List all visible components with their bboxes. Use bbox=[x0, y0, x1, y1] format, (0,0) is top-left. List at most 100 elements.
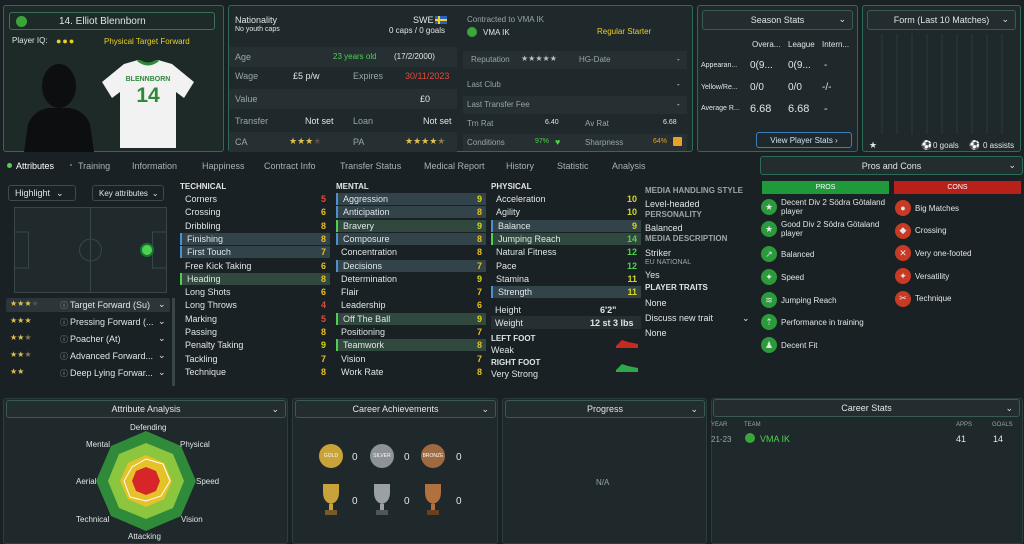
attribute-row[interactable]: Anticipation 8 bbox=[336, 206, 486, 219]
club-badge-icon bbox=[467, 27, 477, 37]
chevron-down-icon: ⌄ bbox=[56, 187, 64, 198]
chevron-down-icon[interactable]: ⌄ bbox=[158, 350, 166, 361]
club-badge-icon bbox=[16, 15, 27, 27]
attribute-row[interactable]: Crossing 6 bbox=[180, 206, 330, 218]
career-achievements-header[interactable]: Career Achievements ⌄ bbox=[295, 400, 496, 418]
attribute-row[interactable]: Tackling 7 bbox=[180, 353, 330, 365]
player-iq-label: Player IQ: bbox=[12, 36, 48, 45]
tab-training[interactable]: Training bbox=[78, 161, 110, 171]
chevron-down-icon[interactable]: ⌄ bbox=[158, 299, 166, 310]
info-icon: ⓘ bbox=[60, 352, 68, 361]
attribute-row[interactable]: Balance 9 bbox=[491, 219, 641, 232]
attribute-row[interactable]: Free Kick Taking 6 bbox=[180, 260, 330, 272]
roles-scrollbar[interactable] bbox=[172, 298, 175, 386]
tab-medical-report[interactable]: Medical Report bbox=[424, 161, 485, 171]
attribute-row[interactable]: Strength 11 bbox=[491, 286, 641, 299]
attribute-row[interactable]: Acceleration 10 bbox=[491, 193, 641, 205]
role-label[interactable]: Deep Lying Forwar... bbox=[70, 368, 153, 378]
attribute-row[interactable]: Passing 8 bbox=[180, 326, 330, 338]
career-apps: 41 bbox=[956, 434, 967, 444]
discuss-trait-button[interactable]: Discuss new trait bbox=[645, 313, 713, 323]
attribute-row[interactable]: Marking 5 bbox=[180, 313, 330, 325]
tab-attributes[interactable]: Attributes bbox=[16, 161, 54, 171]
attribute-value: 8 bbox=[320, 233, 326, 244]
attribute-row[interactable]: Corners 5 bbox=[180, 193, 330, 205]
attribute-analysis-header[interactable]: Attribute Analysis ⌄ bbox=[6, 400, 286, 418]
attribute-row[interactable]: Heading 8 bbox=[180, 272, 330, 285]
attribute-label: Heading bbox=[187, 273, 221, 284]
attribute-label: Strength bbox=[498, 287, 533, 298]
chevron-down-icon[interactable]: ⌄ bbox=[742, 313, 750, 324]
transfer-value: Not set bbox=[305, 116, 334, 126]
attribute-row[interactable]: Flair 7 bbox=[336, 286, 486, 298]
role-stars-icon: ★★★★ bbox=[10, 299, 39, 308]
tab-happiness[interactable]: Happiness bbox=[202, 161, 245, 171]
attribute-row[interactable]: Natural Fitness 12 bbox=[491, 246, 641, 258]
attribute-row[interactable]: Work Rate 8 bbox=[336, 366, 486, 378]
progress-header[interactable]: Progress ⌄ bbox=[505, 400, 705, 418]
attribute-row[interactable]: First Touch 7 bbox=[180, 246, 330, 259]
role-label[interactable]: Advanced Forward... bbox=[70, 351, 153, 361]
chevron-down-icon[interactable]: ⌄ bbox=[158, 316, 166, 327]
attribute-row[interactable]: Concentration 8 bbox=[336, 246, 486, 258]
chevron-down-icon[interactable]: ⌄ bbox=[158, 333, 166, 344]
attribute-row[interactable]: Technique 8 bbox=[180, 366, 330, 378]
attribute-value: 11 bbox=[627, 273, 637, 284]
attribute-row[interactable]: Bravery 9 bbox=[336, 219, 486, 232]
chevron-down-icon[interactable]: ⌄ bbox=[158, 367, 166, 378]
club-name[interactable]: VMA IK bbox=[483, 28, 510, 37]
season-stats-panel: Season Stats ⌄ Overa... League Intern... … bbox=[697, 5, 858, 152]
attribute-row[interactable]: Teamwork 8 bbox=[336, 339, 486, 352]
chevron-down-icon: ⌄ bbox=[1005, 403, 1013, 413]
mental-list: Aggression 9 Anticipation 8 Bravery 9 Composur… bbox=[336, 193, 486, 383]
role-label[interactable]: Pressing Forward (... bbox=[70, 317, 154, 327]
caps: 0 caps / 0 goals bbox=[389, 26, 446, 35]
tab-contract-info[interactable]: Contract Info bbox=[264, 161, 316, 171]
gold-count: 0 bbox=[352, 452, 358, 463]
attribute-row[interactable]: Composure 8 bbox=[336, 232, 486, 245]
pitch bbox=[14, 207, 167, 293]
tab-information[interactable]: Information bbox=[132, 161, 177, 171]
attribute-label: Work Rate bbox=[341, 366, 384, 377]
career-goals: 14 bbox=[993, 434, 1004, 444]
attribute-row[interactable]: Positioning 7 bbox=[336, 326, 486, 338]
pros-cons-header[interactable]: Pros and Cons ⌄ bbox=[760, 156, 1023, 175]
eu-national-value: Yes bbox=[645, 270, 660, 280]
career-stats-header[interactable]: Career Stats ⌄ bbox=[713, 399, 1020, 417]
attribute-row[interactable]: Stamina 11 bbox=[491, 273, 641, 285]
attribute-row[interactable]: Decisions 7 bbox=[336, 259, 486, 272]
attribute-value: 7 bbox=[320, 247, 326, 258]
attribute-row[interactable]: Aggression 9 bbox=[336, 193, 486, 205]
attribute-row[interactable]: Determination 9 bbox=[336, 273, 486, 285]
tab-statistic[interactable]: Statistic bbox=[557, 161, 589, 171]
radar-label-physical: Physical bbox=[180, 440, 210, 449]
attribute-row[interactable]: Finishing 8 bbox=[180, 232, 330, 245]
view-player-stats-button[interactable]: View Player Stats › bbox=[756, 132, 852, 148]
attribute-row[interactable]: Long Shots 6 bbox=[180, 286, 330, 298]
tab-history[interactable]: History bbox=[506, 161, 534, 171]
attribute-row[interactable]: Dribbling 8 bbox=[180, 220, 330, 232]
tab-analysis[interactable]: Analysis bbox=[612, 161, 646, 171]
attribute-row[interactable]: Penalty Taking 9 bbox=[180, 339, 330, 351]
tab-transfer-status[interactable]: Transfer Status bbox=[340, 161, 401, 171]
attribute-row[interactable]: Off The Ball 9 bbox=[336, 312, 486, 325]
form-header[interactable]: Form (Last 10 Matches) ⌄ bbox=[867, 10, 1016, 30]
career-team[interactable]: VMA IK bbox=[760, 434, 790, 444]
progress-na: N/A bbox=[596, 478, 610, 487]
attribute-label: Finishing bbox=[187, 233, 224, 244]
attribute-label: Stamina bbox=[496, 273, 530, 284]
attribute-row[interactable]: Pace 12 bbox=[491, 260, 641, 272]
key-attributes-dropdown[interactable]: Key attributes ⌄ bbox=[92, 185, 164, 201]
attribute-row[interactable]: Jumping Reach 14 bbox=[491, 232, 641, 245]
technical-list: Corners 5 Crossing 6 Dribbling 8 Finishing 8 Fir… bbox=[180, 193, 330, 383]
role-label[interactable]: Poacher (At) bbox=[70, 334, 121, 344]
value-value: £0 bbox=[420, 94, 431, 104]
season-stats-header[interactable]: Season Stats ⌄ bbox=[702, 10, 853, 30]
highlight-dropdown[interactable]: Highlight ⌄ bbox=[8, 185, 76, 201]
form-goals: 0 goals bbox=[933, 141, 959, 150]
name-bar[interactable]: 14. Elliot Blennborn bbox=[9, 12, 215, 30]
attribute-row[interactable]: Long Throws 4 bbox=[180, 299, 330, 311]
attribute-row[interactable]: Leadership 6 bbox=[336, 299, 486, 311]
attribute-row[interactable]: Agility 10 bbox=[491, 206, 641, 218]
attribute-row[interactable]: Vision 7 bbox=[336, 353, 486, 365]
